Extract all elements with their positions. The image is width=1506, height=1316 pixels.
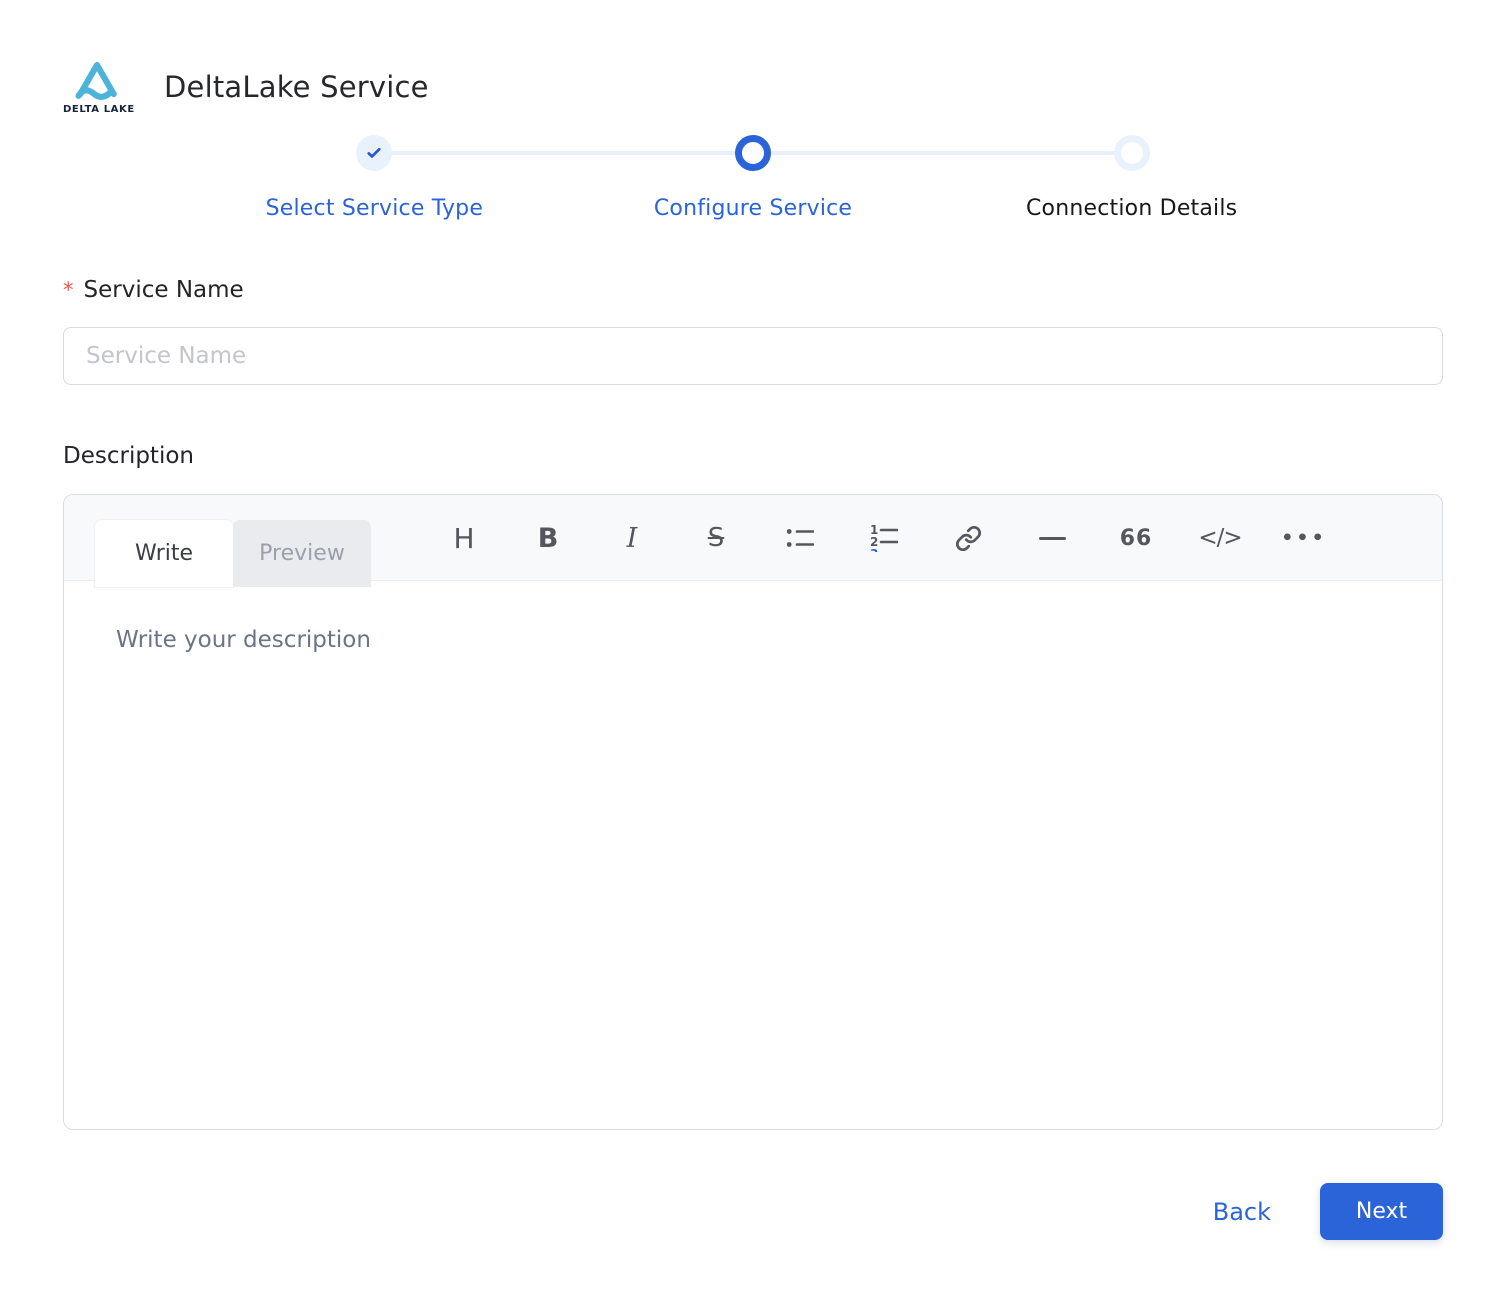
wizard-footer: Back Next bbox=[63, 1183, 1443, 1240]
step-connection-details[interactable]: Connection Details bbox=[942, 135, 1321, 221]
delta-lake-logo: DELTA LAKE bbox=[63, 58, 131, 115]
step-upcoming-dot bbox=[1114, 135, 1150, 171]
editor-tool-row: H B I S bbox=[422, 516, 1346, 560]
code-icon: </> bbox=[1198, 525, 1241, 551]
italic-button[interactable]: I bbox=[590, 516, 674, 560]
step-label: Connection Details bbox=[1026, 196, 1237, 221]
step-configure-service[interactable]: Configure Service bbox=[564, 135, 943, 221]
horizontal-rule-icon bbox=[1039, 537, 1066, 540]
step-active-dot bbox=[735, 135, 771, 171]
step-label: Configure Service bbox=[654, 196, 852, 221]
service-name-label: * Service Name bbox=[63, 277, 1443, 303]
bold-icon: B bbox=[538, 523, 559, 554]
svg-text:3: 3 bbox=[870, 547, 878, 552]
page-title: DeltaLake Service bbox=[164, 70, 429, 104]
ordered-list-button[interactable]: 1 2 3 bbox=[842, 516, 926, 560]
logo-wordmark: DELTA LAKE bbox=[63, 104, 131, 115]
service-name-input[interactable] bbox=[63, 327, 1443, 385]
editor-tabs: Write Preview bbox=[95, 520, 371, 587]
tab-preview[interactable]: Preview bbox=[233, 520, 371, 587]
wizard-stepper: Select Service Type Configure Service Co… bbox=[185, 135, 1321, 221]
back-button[interactable]: Back bbox=[1213, 1198, 1271, 1226]
italic-icon: I bbox=[627, 523, 638, 554]
editor-toolbar: Write Preview H B I S bbox=[64, 495, 1442, 581]
service-name-label-text: Service Name bbox=[84, 277, 244, 303]
description-label: Description bbox=[63, 443, 1443, 469]
step-completed-dot bbox=[356, 135, 392, 171]
tab-write[interactable]: Write bbox=[95, 520, 233, 587]
unordered-list-icon bbox=[786, 527, 814, 550]
editor-write-area bbox=[64, 581, 1442, 1129]
unordered-list-button[interactable] bbox=[758, 516, 842, 560]
check-icon bbox=[365, 144, 383, 162]
step-select-service-type[interactable]: Select Service Type bbox=[185, 135, 564, 221]
next-button[interactable]: Next bbox=[1320, 1183, 1443, 1240]
strikethrough-button[interactable]: S bbox=[674, 516, 758, 560]
delta-lake-triangle-icon bbox=[70, 58, 124, 102]
description-markdown-editor: Write Preview H B I S bbox=[63, 494, 1443, 1130]
quote-icon: 66 bbox=[1120, 526, 1153, 551]
step-label: Select Service Type bbox=[266, 196, 484, 221]
service-wizard-page: DELTA LAKE DeltaLake Service Select Serv… bbox=[0, 0, 1506, 1240]
horizontal-rule-button[interactable] bbox=[1010, 516, 1094, 560]
ordered-list-icon: 1 2 3 bbox=[870, 525, 898, 552]
bold-button[interactable]: B bbox=[506, 516, 590, 560]
brand-header: DELTA LAKE DeltaLake Service bbox=[63, 0, 1443, 115]
heading-button[interactable]: H bbox=[422, 516, 506, 560]
more-options-button[interactable]: ••• bbox=[1262, 516, 1346, 560]
ellipsis-icon: ••• bbox=[1281, 527, 1326, 549]
strikethrough-icon: S bbox=[708, 523, 725, 553]
description-textarea[interactable] bbox=[64, 581, 1442, 1129]
required-asterisk: * bbox=[63, 278, 74, 302]
code-button[interactable]: </> bbox=[1178, 516, 1262, 560]
heading-icon: H bbox=[453, 522, 474, 555]
link-button[interactable] bbox=[926, 516, 1010, 560]
quote-button[interactable]: 66 bbox=[1094, 516, 1178, 560]
description-label-text: Description bbox=[63, 443, 194, 469]
link-icon bbox=[955, 525, 982, 552]
